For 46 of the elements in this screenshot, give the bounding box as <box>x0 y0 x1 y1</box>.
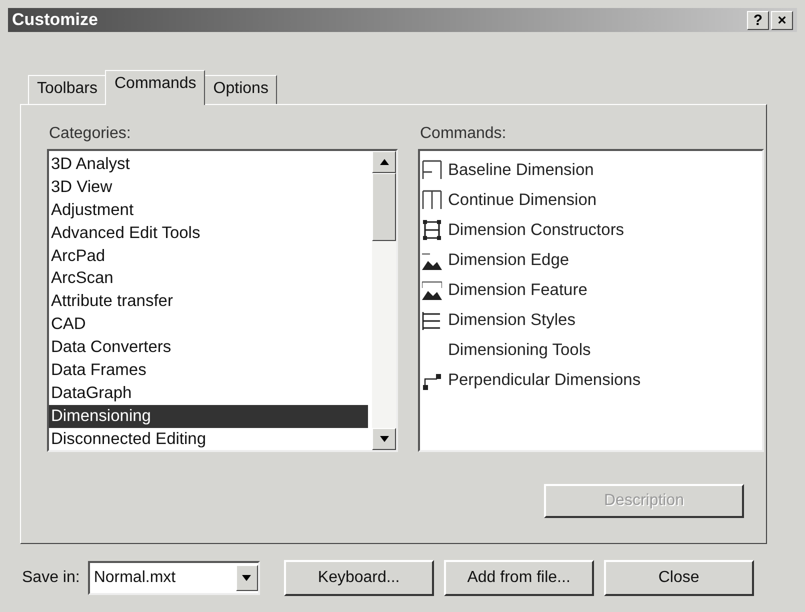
frame-icon <box>422 220 442 240</box>
tab[interactable]: Commands <box>105 70 206 105</box>
list-item[interactable]: Attribute transfer <box>49 290 372 314</box>
list-item[interactable]: Data Converters <box>49 336 372 360</box>
dimension-line-icon <box>422 160 442 180</box>
keyboard-button[interactable]: Keyboard... <box>284 560 434 596</box>
mountain-icon <box>422 280 442 300</box>
lines-icon <box>422 310 442 330</box>
window-title: Customize <box>12 10 98 30</box>
list-item[interactable]: Dimensioning <box>49 404 368 428</box>
close-button[interactable]: × <box>771 10 793 30</box>
command-item[interactable]: Dimensioning Tools <box>448 340 591 360</box>
list-item[interactable]: DataGraph <box>49 382 372 405</box>
list-item[interactable]: CAD <box>49 313 372 336</box>
close-button[interactable]: Close <box>604 560 754 596</box>
scroll-down-button[interactable] <box>372 428 396 450</box>
list-item[interactable]: Data Frames <box>49 359 372 382</box>
scrollbar[interactable] <box>372 151 396 450</box>
list-item[interactable]: Advanced Edit Tools <box>49 222 372 245</box>
command-item[interactable]: Continue Dimension <box>448 190 597 210</box>
command-item[interactable]: Dimension Styles <box>448 310 576 330</box>
list-item[interactable]: Adjustment <box>49 198 372 222</box>
list-item[interactable]: ArcPad <box>49 244 372 268</box>
tab[interactable]: Toolbars <box>28 75 106 104</box>
scroll-up-button[interactable] <box>372 151 396 173</box>
save-in-label: Save in: <box>22 569 80 587</box>
scroll-thumb[interactable] <box>372 173 396 241</box>
dimension-line-icon <box>422 190 442 210</box>
dropdown-arrow-icon[interactable] <box>242 575 252 581</box>
up-arrow-icon[interactable] <box>380 159 388 165</box>
list-item[interactable]: ArcScan <box>49 267 372 290</box>
command-item[interactable]: Perpendicular Dimensions <box>448 370 641 390</box>
down-arrow-icon[interactable] <box>380 436 388 442</box>
command-item[interactable]: Baseline Dimension <box>448 160 594 180</box>
list-item[interactable]: Disconnected Editing <box>49 428 372 450</box>
command-item[interactable]: Dimension Edge <box>448 250 570 270</box>
list-label: Commands: <box>420 125 508 143</box>
list-item[interactable]: 3D View <box>49 176 372 199</box>
list-item[interactable]: 3D Analyst <box>49 153 372 176</box>
save-in-dropdown[interactable]: Normal.mxt <box>88 561 260 595</box>
command-item[interactable]: Dimension Constructors <box>448 220 624 240</box>
command-item[interactable]: Dimension Feature <box>448 280 588 300</box>
list-label: Categories: <box>49 125 132 143</box>
add-from-file-button[interactable]: Add from file... <box>444 560 594 596</box>
tab[interactable]: Options <box>204 75 278 104</box>
help-button[interactable]: ? <box>747 10 769 30</box>
